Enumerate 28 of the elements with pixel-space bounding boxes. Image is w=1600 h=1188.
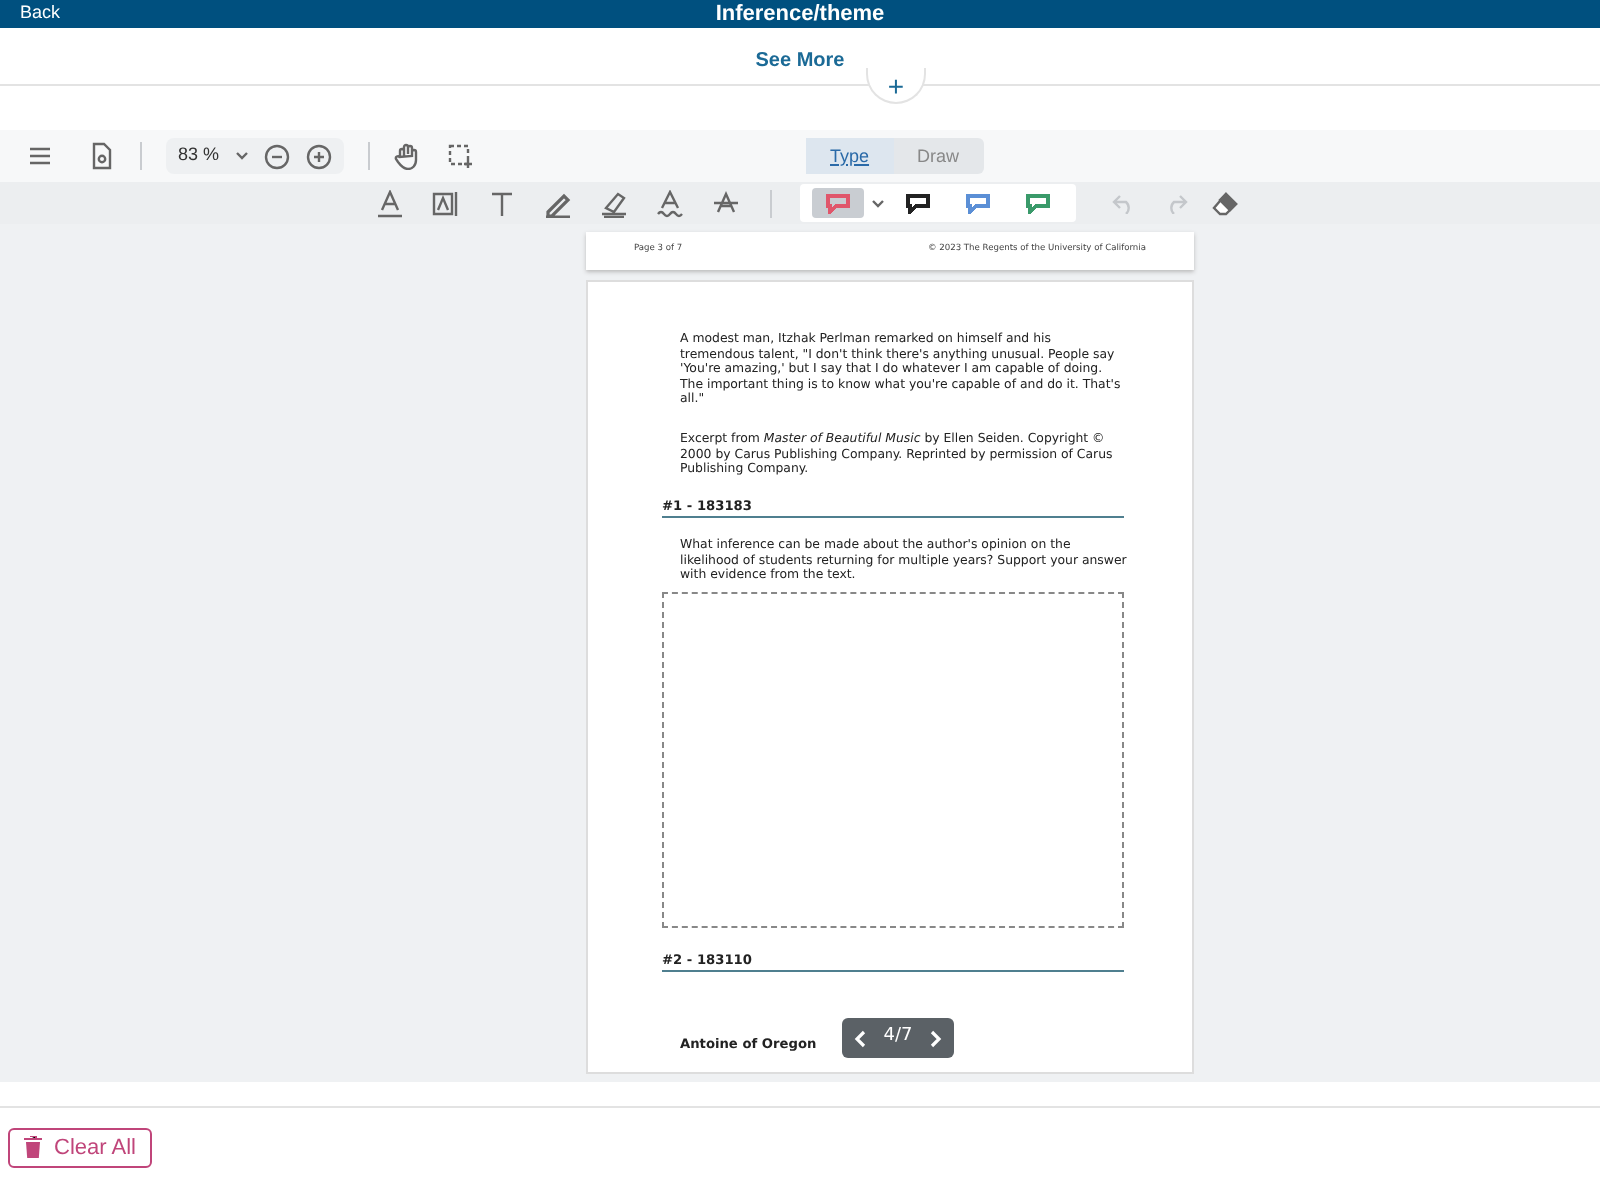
zoom-out-icon[interactable] xyxy=(263,143,290,169)
see-more-link[interactable]: See More xyxy=(0,50,1600,74)
comment-color-button[interactable] xyxy=(812,188,864,218)
chevron-left-icon[interactable] xyxy=(854,1029,866,1047)
mode-tab[interactable]: Type xyxy=(806,138,894,174)
text-color-icon[interactable] xyxy=(376,189,404,217)
document-icon[interactable] xyxy=(88,142,116,170)
menu-icon[interactable] xyxy=(28,146,52,166)
zoom-level[interactable]: 83 % xyxy=(178,142,220,170)
eraser-icon[interactable] xyxy=(1212,191,1238,215)
text-icon[interactable] xyxy=(488,189,516,217)
chevron-right-icon[interactable] xyxy=(929,1029,942,1047)
chevron-down-icon[interactable] xyxy=(235,152,248,160)
selection-icon[interactable] xyxy=(447,143,474,169)
pen-icon[interactable] xyxy=(544,189,572,217)
zoom-in-icon[interactable] xyxy=(305,143,332,169)
highlighter-icon[interactable] xyxy=(600,189,628,217)
page-title: Inference/theme xyxy=(715,2,885,26)
squiggly-underline-icon[interactable] xyxy=(656,189,684,217)
page-indicator: 4/7 xyxy=(883,1024,913,1051)
add-button[interactable]: + xyxy=(866,68,926,104)
chevron-down-icon[interactable] xyxy=(872,199,884,207)
back-link[interactable]: Back xyxy=(20,2,61,24)
strikethrough-icon[interactable] xyxy=(712,189,740,217)
clear-all-button[interactable]: Clear All xyxy=(8,1127,152,1167)
hand-icon[interactable] xyxy=(393,142,420,170)
text-box-icon[interactable] xyxy=(432,189,460,217)
trash-icon xyxy=(24,1136,42,1158)
